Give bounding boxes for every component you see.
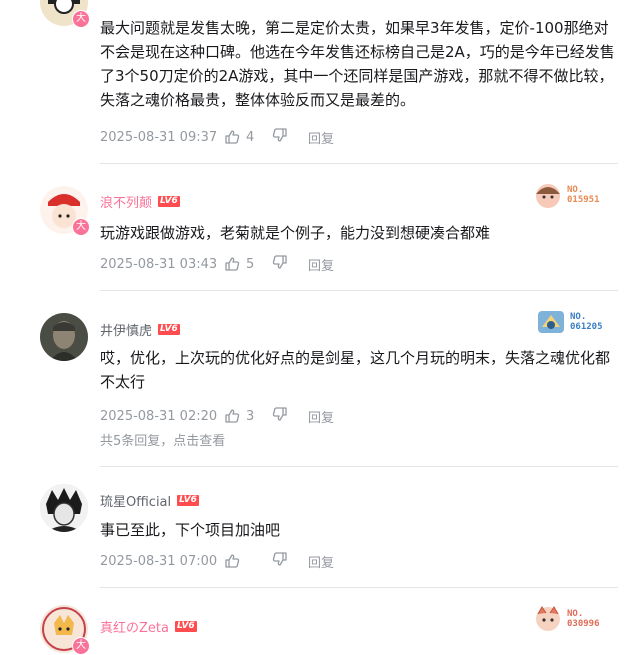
username[interactable]: 浪不列颠 xyxy=(100,192,152,211)
like-count: 3 xyxy=(246,408,255,424)
fan-badge-number: NO. 061205 xyxy=(570,312,603,332)
username[interactable]: 真红のZeta xyxy=(100,617,169,636)
username[interactable]: 井伊慎虎 xyxy=(100,320,152,339)
thumbs-up-icon xyxy=(225,257,240,271)
avatar[interactable]: 大 xyxy=(40,186,90,236)
fan-badge-icon xyxy=(536,184,560,208)
avatar[interactable]: 大 xyxy=(40,0,90,28)
avatar[interactable]: 大 xyxy=(40,605,90,655)
username[interactable]: 琉星Official xyxy=(100,491,171,510)
reply-button[interactable]: 回复 xyxy=(308,552,334,571)
thumbs-down-icon xyxy=(272,407,287,421)
fan-badge-number: NO. 030996 xyxy=(567,609,600,629)
comment-time: 2025-08-31 07:00 xyxy=(100,553,218,569)
dislike-button[interactable] xyxy=(272,551,308,571)
level-badge: LV6 xyxy=(158,324,180,335)
comment-time: 2025-08-31 02:20 xyxy=(100,408,218,424)
thumbs-up-icon xyxy=(225,409,240,423)
like-button[interactable]: 3 xyxy=(224,408,272,424)
like-button[interactable] xyxy=(224,553,272,569)
like-count: 4 xyxy=(246,129,255,145)
view-replies-link[interactable]: 共5条回复，点击查看 xyxy=(100,430,225,449)
avatar-image xyxy=(40,313,88,361)
dislike-button[interactable] xyxy=(272,254,308,274)
reply-button[interactable]: 回复 xyxy=(308,255,334,274)
divider xyxy=(100,587,618,588)
fan-badge-icon xyxy=(536,606,560,631)
comment-time: 2025-08-31 09:37 xyxy=(100,129,218,145)
thumbs-down-icon xyxy=(272,128,287,142)
comment-text: 玩游戏跟做游戏，老菊就是个例子，能力没到想硬凑合都难 xyxy=(100,224,491,242)
vip-badge: 大 xyxy=(72,218,90,236)
level-badge: LV6 xyxy=(158,196,180,207)
thumbs-down-icon xyxy=(272,255,287,269)
avatar[interactable] xyxy=(40,313,88,361)
comment-text: 事已至此，下个项目加油吧 xyxy=(100,521,281,539)
thumbs-up-icon xyxy=(225,130,240,144)
level-badge: LV6 xyxy=(174,621,197,632)
fan-badge-number: NO. 015951 xyxy=(567,185,600,205)
comment-time: 2025-08-31 03:43 xyxy=(100,256,218,272)
divider xyxy=(100,466,618,467)
like-button[interactable]: 4 xyxy=(224,129,272,145)
comment-text: 哎，优化，上次玩的优化好点的是剑星，这几个月玩的明末，失落之魂优化都不太行 xyxy=(100,349,611,391)
divider xyxy=(100,290,618,291)
thumbs-down-icon xyxy=(272,552,287,566)
dislike-button[interactable] xyxy=(272,127,308,147)
thumbs-up-icon xyxy=(225,554,240,568)
level-badge: LV6 xyxy=(177,495,199,506)
vip-badge: 大 xyxy=(72,637,90,655)
like-count: 5 xyxy=(246,256,255,272)
like-button[interactable]: 5 xyxy=(224,256,272,272)
fan-badge-icon xyxy=(538,311,564,333)
fan-badge[interactable]: NO. 015951 xyxy=(533,180,600,210)
reply-button[interactable]: 回复 xyxy=(308,407,334,426)
fan-badge[interactable]: NO. 061205 xyxy=(536,307,603,337)
avatar[interactable] xyxy=(40,484,88,532)
comment-text: 最大问题就是发售太晚，第二是定价太贵，如果早3年发售，定价-100那绝对不会是现… xyxy=(100,19,615,109)
reply-button[interactable]: 回复 xyxy=(308,128,334,147)
divider xyxy=(100,163,618,164)
fan-badge[interactable]: NO. 030996 xyxy=(533,604,600,634)
avatar-image xyxy=(40,484,88,532)
vip-badge: 大 xyxy=(72,10,90,28)
dislike-button[interactable] xyxy=(272,406,308,426)
